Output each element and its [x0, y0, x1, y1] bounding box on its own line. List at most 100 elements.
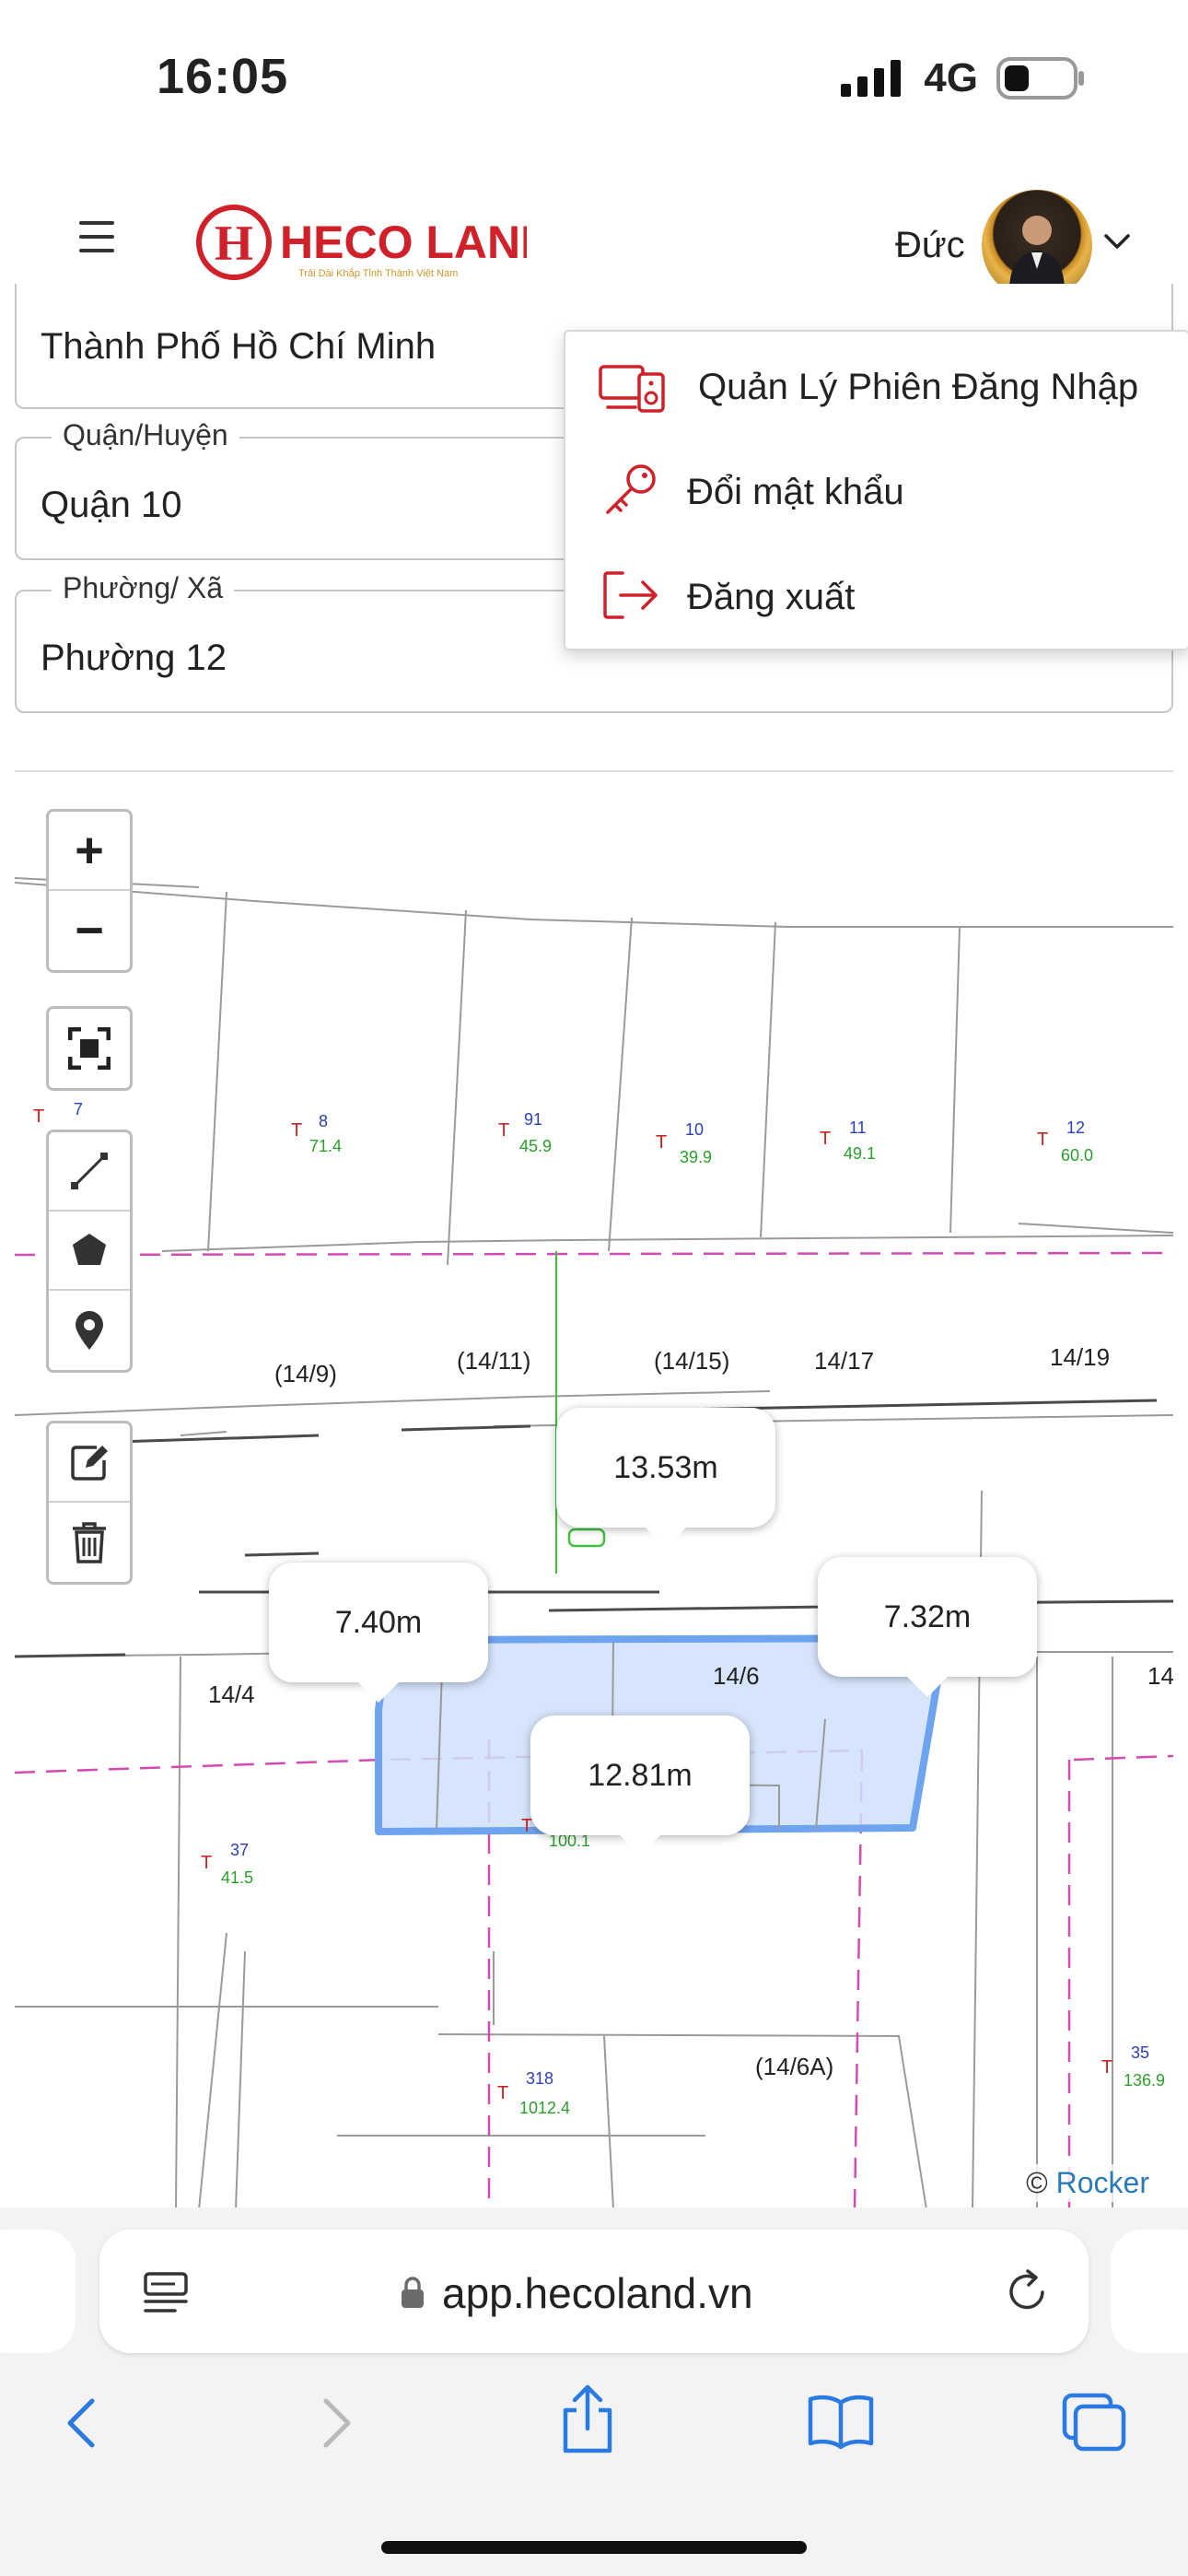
street-label: (14/6A): [755, 2053, 833, 2080]
lot-12-area: 60.0: [1061, 1146, 1093, 1165]
place-marker-button[interactable]: [49, 1291, 130, 1370]
url-text[interactable]: app.hecoland.vn: [442, 2268, 753, 2318]
lot-prefix: T: [33, 1107, 44, 1127]
share-button[interactable]: [560, 2384, 615, 2459]
fullscreen-button[interactable]: [49, 1009, 130, 1088]
fullscreen-icon: [68, 1027, 111, 1070]
battery-icon: [996, 57, 1084, 100]
next-tab-pill[interactable]: [1111, 2230, 1188, 2353]
menu-hamburger-icon[interactable]: [79, 221, 114, 252]
measure-marker: [567, 1528, 606, 1548]
measurement-bottom: 12.81m: [530, 1715, 750, 1856]
heco-land-logo[interactable]: H HECO LAND Trải Dài Khắp Tỉnh Thành Việ…: [195, 192, 553, 293]
back-button[interactable]: [64, 2397, 96, 2453]
fullscreen-control: [46, 1006, 133, 1091]
menu-label-logout: Đăng xuất: [687, 577, 856, 617]
key-icon: [606, 464, 656, 514]
signal-icon: [841, 60, 902, 97]
menu-label-change-password: Đổi mật khẩu: [687, 472, 904, 512]
devices-icon: [599, 365, 665, 413]
logout-icon: [603, 571, 658, 619]
bookmarks-button[interactable]: [807, 2394, 875, 2453]
book-icon: [808, 2395, 874, 2450]
lot-prefix: T: [1037, 1130, 1048, 1150]
map-pin-icon: [76, 1311, 103, 1350]
status-indicators: 4G: [841, 55, 1085, 101]
logo-text: HECO LAND: [280, 217, 527, 268]
polygon-icon: [73, 1234, 106, 1265]
cadastral-map[interactable]: T 7 T 8 71.4 T 91 45.9 T 10 39.9 T 11 49…: [15, 770, 1173, 2209]
street-label: (14/11): [457, 1347, 530, 1375]
forward-button[interactable]: [322, 2397, 354, 2453]
delete-button[interactable]: [49, 1503, 130, 1582]
draw-toolbar: [46, 1130, 133, 1373]
district-label: Quận/Huyện: [52, 418, 239, 452]
lot-prefix: T: [1101, 2057, 1112, 2078]
reader-mode-icon: [144, 2272, 188, 2313]
edit-button[interactable]: [49, 1423, 130, 1503]
lot-11: 11: [849, 1118, 867, 1137]
logo-mark: H: [215, 216, 253, 271]
lot-35-area: 136.9: [1124, 2071, 1165, 2090]
ward-label: Phường/ Xã: [52, 571, 235, 605]
parcel-boundaries: [15, 877, 1173, 2209]
street-label: (14/15): [654, 1347, 729, 1375]
lot-prefix: T: [498, 1120, 509, 1141]
edit-icon: [71, 1446, 108, 1481]
lot-37: 37: [230, 1841, 249, 1859]
minus-icon: −: [75, 903, 104, 958]
attribution-link[interactable]: Rocker: [1056, 2166, 1149, 2199]
chevron-down-icon[interactable]: [1103, 230, 1131, 257]
menu-item-change-password[interactable]: Đổi mật khẩu: [565, 444, 1188, 536]
edit-toolbar: [46, 1421, 133, 1585]
copyright-symbol: ©: [1026, 2166, 1048, 2199]
street-label: 14/19: [1050, 1343, 1110, 1371]
chevron-left-icon: [67, 2398, 95, 2448]
user-name[interactable]: Đức: [895, 225, 965, 266]
lock-icon: [402, 2277, 424, 2308]
street-label: 14: [1147, 1662, 1173, 1690]
user-dropdown-menu: Quản Lý Phiên Đăng Nhập Đổi mật khẩu Đăn…: [564, 330, 1188, 650]
tabs-icon: [1062, 2393, 1126, 2452]
lot-11-area: 49.1: [844, 1144, 876, 1163]
measurement-right: 7.32m: [818, 1557, 1037, 1697]
menu-label-session-management: Quản Lý Phiên Đăng Nhập: [698, 367, 1139, 407]
lot-318: 318: [526, 2069, 553, 2088]
share-icon: [563, 2384, 612, 2453]
map-attribution: © Rocker: [1020, 2164, 1155, 2202]
lot-prefix: T: [656, 1132, 667, 1153]
previous-tab-pill[interactable]: [0, 2230, 76, 2353]
lot-91-area: 45.9: [519, 1137, 552, 1155]
chevron-right-icon: [323, 2398, 351, 2448]
lot-12: 12: [1066, 1118, 1085, 1137]
lot-10-area: 39.9: [680, 1148, 712, 1166]
lot-prefix: T: [291, 1120, 302, 1141]
lot-prefix: T: [820, 1129, 831, 1149]
lot-8: 8: [319, 1112, 328, 1130]
zoom-control: + −: [46, 809, 133, 973]
draw-polygon-button[interactable]: [49, 1212, 130, 1291]
menu-item-logout[interactable]: Đăng xuất: [565, 549, 1188, 641]
menu-item-session-management[interactable]: Quản Lý Phiên Đăng Nhập: [565, 339, 1188, 431]
lot-prefix: T: [201, 1853, 212, 1873]
status-time: 16:05: [157, 49, 289, 104]
lot-91: 91: [524, 1110, 542, 1129]
tabs-button[interactable]: [1061, 2392, 1127, 2457]
lot-37-area: 41.5: [221, 1868, 253, 1887]
measurement-top: 13.53m: [556, 1408, 775, 1548]
zoom-in-button[interactable]: +: [49, 812, 130, 891]
zoom-out-button[interactable]: −: [49, 891, 130, 970]
measurement-left: 7.40m: [269, 1563, 488, 1703]
lot-7: 7: [74, 1100, 83, 1118]
lot-35: 35: [1131, 2043, 1149, 2062]
lot-8-area: 71.4: [309, 1137, 342, 1155]
draw-line-button[interactable]: [49, 1132, 130, 1212]
lot-318-area: 1012.4: [519, 2099, 570, 2117]
ward-value: Phường 12: [41, 638, 227, 678]
polyline-icon: [71, 1153, 108, 1189]
street-label: 14/17: [814, 1347, 874, 1375]
street-label: (14/9): [274, 1360, 337, 1388]
reload-icon[interactable]: [1006, 2268, 1050, 2314]
home-indicator: [381, 2541, 807, 2554]
logo-tagline: Trải Dài Khắp Tỉnh Thành Việt Nam: [298, 267, 458, 279]
